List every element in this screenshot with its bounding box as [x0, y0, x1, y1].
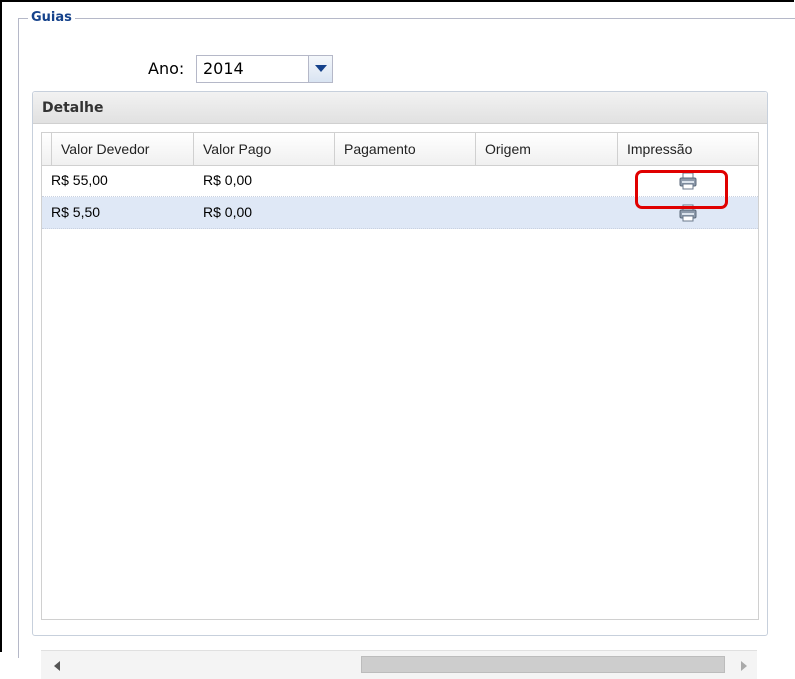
- year-input[interactable]: 2014: [196, 55, 309, 83]
- fieldset-legend: Guias: [28, 10, 75, 25]
- cell-pagamento: [335, 197, 476, 229]
- horizontal-scrollbar[interactable]: [41, 650, 757, 679]
- year-label: Ano:: [148, 59, 185, 78]
- highlight-annotation: [635, 170, 728, 209]
- cell-valor-pago: R$ 0,00: [203, 172, 253, 188]
- grid-header-spacer: [42, 133, 52, 165]
- column-header-valor-devedor[interactable]: Valor Devedor: [52, 133, 194, 165]
- column-header-valor-pago[interactable]: Valor Pago: [194, 133, 335, 165]
- cell-origem: [476, 197, 618, 229]
- cell-valor-devedor: R$ 55,00: [51, 172, 108, 188]
- grid-header: Valor Devedor Valor Pago Pagamento Orige…: [42, 133, 758, 166]
- scroll-right-icon[interactable]: [741, 661, 747, 671]
- column-header-origem[interactable]: Origem: [476, 133, 618, 165]
- year-combobox[interactable]: 2014: [196, 55, 333, 83]
- scrollbar-thumb[interactable]: [361, 656, 725, 673]
- cell-valor-pago: R$ 0,00: [203, 204, 253, 220]
- column-header-pagamento[interactable]: Pagamento: [335, 133, 476, 165]
- cell-origem: [476, 165, 618, 197]
- panel-title: Detalhe: [42, 100, 104, 116]
- chevron-down-icon: [315, 65, 327, 72]
- column-header-impressao[interactable]: Impressão: [618, 133, 758, 165]
- year-dropdown-trigger[interactable]: [309, 55, 333, 83]
- panel-header: Detalhe: [33, 92, 767, 124]
- cell-valor-devedor: R$ 5,50: [51, 204, 101, 220]
- scroll-left-icon[interactable]: [54, 661, 60, 671]
- cell-pagamento: [335, 165, 476, 197]
